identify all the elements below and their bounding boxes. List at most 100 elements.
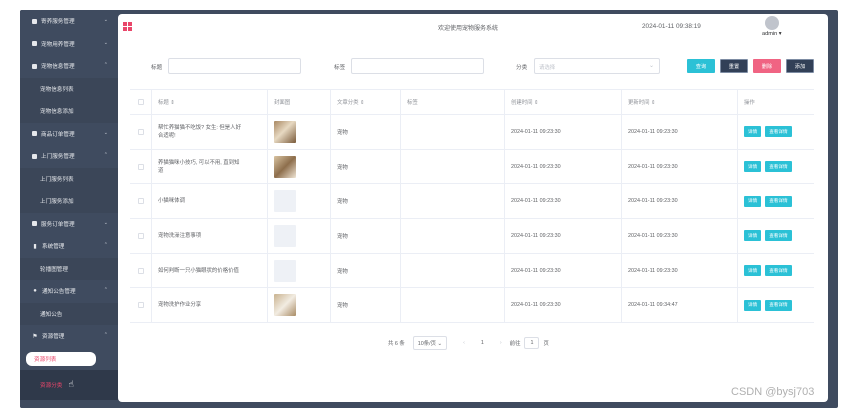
row-checkbox[interactable] (130, 219, 152, 253)
search-button[interactable]: 查询 (687, 59, 715, 73)
view-detail-button[interactable]: 查看详情 (765, 161, 792, 173)
reset-button[interactable]: 重置 (720, 59, 748, 73)
sidebar-subitem-service-list[interactable]: 上门服务列表 (20, 167, 118, 190)
col-actions: 操作 (744, 100, 755, 106)
row-category: 宠物 (331, 115, 401, 149)
col-cover: 封面图 (268, 90, 331, 114)
sidebar-item-label: 通知公告管理 (42, 289, 76, 296)
row-updated: 2024-01-11 09:23:30 (622, 219, 738, 253)
col-updated[interactable]: 更新时间 ⇕ (622, 90, 738, 114)
detail-button[interactable]: 详情 (744, 161, 762, 173)
cover-image (274, 190, 296, 213)
row-tag (401, 219, 505, 253)
tag-input[interactable] (351, 58, 484, 74)
sidebar-subitem-pet-list[interactable]: 宠物信息列表 (20, 77, 118, 100)
sidebar-subitem-resource-list[interactable]: 资源列表 (26, 351, 96, 366)
detail-button[interactable]: 详情 (744, 230, 762, 242)
row-tag (401, 184, 505, 219)
row-cover (268, 115, 331, 149)
page-size-select[interactable]: 10条/页 ⌄ (412, 336, 448, 350)
cover-image (274, 259, 296, 282)
next-page-button[interactable]: › (500, 340, 502, 346)
chevron-up-icon: ⌃ (103, 287, 108, 293)
sidebar-subitem-notice[interactable]: 通知公告 (20, 302, 118, 325)
user-menu[interactable]: admin ▾ (762, 31, 782, 37)
square-icon (32, 221, 37, 227)
table-row[interactable]: 帮忙养猫猫不吃饭? 女生: 但是人好 合适呢! 宠物 2024-01-11 09:2… (130, 115, 814, 150)
tag-label: 标签 (334, 65, 346, 71)
jump-label: 前往 (509, 341, 521, 347)
row-checkbox[interactable] (130, 115, 152, 149)
view-detail-button[interactable]: 查看详情 (765, 265, 792, 277)
detail-button[interactable]: 详情 (744, 195, 762, 207)
view-detail-button[interactable]: 查看详情 (765, 126, 792, 138)
col-title[interactable]: 标题 ⇕ (152, 90, 268, 114)
row-tag (401, 253, 505, 288)
flag-icon: ⚑ (32, 333, 38, 340)
category-select[interactable]: 请选择 ⌄ (534, 58, 660, 74)
sidebar-item-pet-info[interactable]: 宠物信息管理 ⌃ (20, 55, 118, 78)
col-created[interactable]: 创建时间 ⇕ (505, 90, 622, 114)
prev-page-button[interactable]: ‹ (463, 340, 465, 346)
detail-button[interactable]: 详情 (744, 126, 762, 138)
sidebar-subitem-service-add[interactable]: 上门服务添加 (20, 190, 118, 213)
table-row[interactable]: 宠物洗澡注意事项 宠物 2024-01-11 09:23:30 2024-01-11 … (130, 219, 814, 254)
col-category[interactable]: 文章分类 ⇕ (331, 90, 401, 114)
row-created: 2024-01-11 09:23:30 (505, 115, 622, 149)
datetime: 2024-01-11 09:38:19 (642, 23, 701, 30)
row-checkbox[interactable] (130, 149, 152, 184)
table-row[interactable]: 小猫咪体调 宠物 2024-01-11 09:23:30 2024-01-11 09:… (130, 184, 814, 220)
cover-image (274, 294, 296, 317)
row-tag (401, 115, 505, 149)
row-checkbox[interactable] (130, 184, 152, 219)
sidebar-item-system[interactable]: ▮ 系统管理 ⌃ (20, 235, 118, 258)
jump-input[interactable]: 1 (524, 337, 540, 349)
row-updated: 2024-01-11 09:34:47 (622, 288, 738, 323)
row-updated: 2024-01-11 09:23:30 (622, 184, 738, 219)
sidebar-subitem-carousel[interactable]: 轮播图管理 (20, 257, 118, 280)
sidebar-item-label: 系统管理 (42, 244, 65, 251)
avatar[interactable] (765, 16, 779, 30)
detail-button[interactable]: 详情 (744, 265, 762, 277)
sidebar-item-notices[interactable]: ● 通知公告管理 ⌃ (20, 280, 118, 303)
sidebar-subitem-pet-add[interactable]: 宠物信息添加 (20, 100, 118, 123)
title-label: 标题 (151, 65, 163, 71)
sidebar-subitem-resource-category[interactable]: 资源分类 ☝ (20, 369, 118, 400)
row-actions: 详情 查看详情 (738, 219, 814, 253)
chevron-up-icon: ⌃ (103, 62, 108, 68)
sidebar-item-boarding[interactable]: 寄养服务管理 ⌄ (20, 10, 118, 33)
sidebar-item-service-orders[interactable]: 服务订单管理 ⌄ (20, 213, 118, 236)
table-body: 帮忙养猫猫不吃饭? 女生: 但是人好 合适呢! 宠物 2024-01-11 09:2… (130, 115, 814, 324)
sidebar-item-label: 资源分类 (40, 382, 63, 389)
page-number-current[interactable]: 1 (481, 340, 484, 346)
category-label: 分类 (516, 65, 528, 71)
row-category: 宠物 (331, 219, 401, 253)
row-actions: 详情 查看详情 (738, 115, 814, 149)
view-detail-button[interactable]: 查看详情 (765, 195, 792, 207)
sidebar-item-goods-orders[interactable]: 商品订单管理 ⌄ (20, 123, 118, 146)
select-all-checkbox[interactable] (130, 90, 152, 114)
view-detail-button[interactable]: 查看详情 (765, 299, 792, 311)
title-input[interactable] (168, 58, 301, 74)
table-row[interactable]: 宠物洗护作业分享 宠物 2024-01-11 09:23:30 2024-01-11 … (130, 288, 814, 324)
table-row[interactable]: 如何判断一只小猫眼状的价格价值 宠物 2024-01-11 09:23:30 2024… (130, 253, 814, 289)
row-category: 宠物 (331, 184, 401, 219)
row-checkbox[interactable] (130, 288, 152, 323)
delete-button[interactable]: 删除 (753, 59, 781, 73)
row-created: 2024-01-11 09:23:30 (505, 149, 622, 184)
sidebar-item-label: 宠物用养管理 (41, 41, 75, 48)
cover-image (274, 120, 296, 143)
jump-suffix: 页 (543, 341, 549, 347)
sidebar-item-pet-care[interactable]: 宠物用养管理 ⌄ (20, 33, 118, 56)
chevron-down-icon: ⌄ (103, 17, 108, 23)
sidebar-item-home-service[interactable]: 上门服务管理 ⌃ (20, 145, 118, 168)
row-tag (401, 288, 505, 323)
add-button[interactable]: 添加 (786, 59, 814, 73)
detail-button[interactable]: 详情 (744, 299, 762, 311)
row-checkbox[interactable] (130, 253, 152, 288)
table-row[interactable]: 养猫猫咪小技巧, 可以不用, 直到知 道 宠物 2024-01-11 09:23:3… (130, 149, 814, 185)
resource-table: 标题 ⇕ 封面图 文章分类 ⇕ 标签 创建时间 ⇕ 更新时间 ⇕ 操作 帮忙养猫… (130, 89, 814, 324)
sidebar-item-resources[interactable]: ⚑ 资源管理 ⌃ (20, 325, 118, 348)
view-detail-button[interactable]: 查看详情 (765, 230, 792, 242)
menu-grid-icon[interactable] (123, 22, 132, 31)
